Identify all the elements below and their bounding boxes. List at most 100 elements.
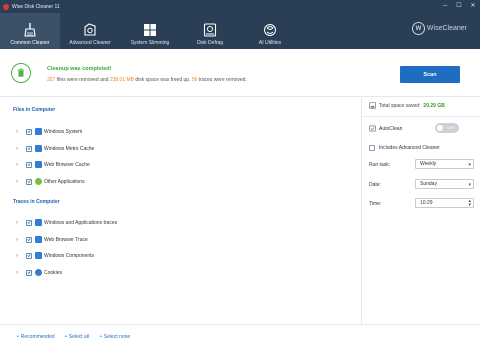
tab-disk-defrag[interactable]: Disk Defrag: [180, 13, 240, 49]
app-logo-icon: [3, 3, 9, 10]
scan-button[interactable]: Scan: [400, 66, 460, 83]
advanced-checkbox[interactable]: [369, 145, 375, 151]
space-amount: 238.01 MB: [109, 77, 135, 83]
chevron-right-icon[interactable]: ›: [16, 220, 23, 226]
main-toolbar: Common Cleaner Advanced Cleaner System S…: [0, 13, 480, 49]
minimize-button[interactable]: ─: [438, 0, 452, 11]
category-row[interactable]: › Web Browser Cache: [16, 160, 90, 169]
ai-utilities-icon: [264, 24, 276, 36]
advanced-cleaner-icon: [84, 23, 96, 36]
tab-label: Advanced Cleaner: [69, 40, 111, 46]
autoclean-label: AutoClean: [379, 125, 403, 132]
chevron-right-icon[interactable]: ›: [16, 237, 23, 243]
windows-icon: [144, 24, 156, 36]
autoclean-option: AutoClean: [369, 125, 402, 132]
category-row[interactable]: › Windows Metro Cache: [16, 144, 94, 153]
tab-common-cleaner[interactable]: Common Cleaner: [0, 13, 60, 49]
category-row[interactable]: › Other Applications: [16, 177, 85, 186]
maximize-button[interactable]: ☐: [452, 0, 466, 11]
other-applications-icon: [35, 178, 42, 185]
tab-label: AI Utilities: [258, 40, 282, 46]
wisecleaner-logo: W WiseCleaner: [411, 22, 467, 35]
category-row[interactable]: › Windows System: [16, 127, 82, 136]
autoclean-toggle[interactable]: OFF: [435, 123, 459, 133]
spinner-arrows-icon[interactable]: ▴ ▾: [468, 199, 471, 208]
date-label: Date:: [369, 182, 381, 188]
total-saved: Total space saved: 20.29 GB: [369, 102, 445, 109]
category-label: Windows System: [44, 128, 83, 135]
chevron-down-icon: ▾: [468, 162, 471, 168]
select-all-link[interactable]: Select all: [65, 334, 89, 340]
category-label: Windows Metro Cache: [44, 145, 95, 152]
recommended-link[interactable]: Recommended: [17, 334, 55, 340]
footer-bar: Recommended Select all Select none: [0, 324, 480, 346]
category-checkbox[interactable]: [26, 145, 32, 152]
result-title: Cleanup was completed!: [47, 66, 112, 72]
date-select[interactable]: Sunday ▾: [415, 179, 474, 189]
chevron-right-icon[interactable]: ›: [16, 146, 23, 152]
files-section-title: Files in Computer: [13, 107, 56, 113]
divider: [363, 116, 480, 117]
category-row[interactable]: › Windows Components: [16, 251, 94, 260]
web-browser-icon: [35, 161, 42, 168]
run-task-value: Weekly: [420, 161, 437, 167]
advanced-option[interactable]: Includes Advanced Cleaner: [369, 145, 440, 151]
chevron-right-icon[interactable]: ›: [16, 179, 23, 185]
category-checkbox[interactable]: [26, 252, 32, 259]
category-label: Windows and Applications traces: [44, 219, 118, 226]
saved-value: 20.29 GB: [423, 102, 445, 109]
files-text: files were removed and: [55, 77, 110, 83]
windows-metro-icon: [35, 145, 42, 152]
chevron-right-icon[interactable]: ›: [16, 270, 23, 276]
category-checkbox[interactable]: [26, 269, 32, 276]
time-label: Time:: [369, 201, 382, 207]
chevron-right-icon[interactable]: ›: [16, 253, 23, 259]
category-checkbox[interactable]: [26, 161, 32, 168]
space-text: disk space was freed up.: [134, 77, 192, 83]
window-title: Wise Disk Cleaner 11: [12, 3, 60, 10]
date-value: Sunday: [420, 181, 437, 187]
tab-label: System Slimming: [130, 40, 170, 46]
category-label: Web Browser Cache: [44, 161, 90, 168]
select-none-link[interactable]: Select none: [100, 334, 130, 340]
disk-defrag-icon: [203, 23, 217, 37]
autoclean-icon: [369, 125, 376, 132]
result-description: 327 files were removed and 238.01 MB dis…: [47, 77, 247, 83]
category-checkbox[interactable]: [26, 128, 32, 135]
brand-letter: W: [411, 22, 425, 35]
tab-ai-utilities[interactable]: AI Utilities: [240, 13, 300, 49]
tab-label: Disk Defrag: [196, 40, 224, 46]
category-checkbox[interactable]: [26, 219, 32, 226]
category-label: Cookies: [44, 269, 63, 276]
run-task-select[interactable]: Weekly ▾: [415, 159, 474, 169]
tab-system-slimming[interactable]: System Slimming: [120, 13, 180, 49]
chevron-right-icon[interactable]: ›: [16, 162, 23, 168]
category-row[interactable]: › Cookies: [16, 268, 62, 277]
category-row[interactable]: › Windows and Applications traces: [16, 218, 117, 227]
cookies-icon: [35, 269, 42, 276]
app-header: Wise Disk Cleaner 11 ─ ☐ ✕ Common Cleane…: [0, 0, 480, 49]
advanced-label: Includes Advanced Cleaner: [379, 145, 440, 151]
time-spinner[interactable]: 10:29 ▴ ▾: [415, 198, 474, 208]
window-controls: ─ ☐ ✕: [438, 0, 480, 11]
toggle-state: OFF: [447, 125, 455, 130]
close-button[interactable]: ✕: [466, 0, 480, 11]
web-browser-trace-icon: [35, 236, 42, 243]
category-checkbox[interactable]: [26, 236, 32, 243]
category-checkbox[interactable]: [26, 178, 32, 185]
title-bar: Wise Disk Cleaner 11: [0, 0, 480, 13]
category-row[interactable]: › Web Browser Trace: [16, 235, 88, 244]
chevron-right-icon[interactable]: ›: [16, 129, 23, 135]
time-value: 10:29: [420, 200, 433, 206]
windows-traces-icon: [35, 219, 42, 226]
category-label: Windows Components: [44, 252, 95, 259]
chevron-down-icon: ▾: [468, 182, 471, 188]
disk-icon: [369, 102, 376, 109]
brand-text: WiseCleaner: [426, 25, 467, 32]
tab-advanced-cleaner[interactable]: Advanced Cleaner: [60, 13, 120, 49]
schedule-panel: Total space saved: 20.29 GB AutoClean OF…: [363, 98, 480, 324]
traces-text: traces were removed.: [197, 77, 247, 83]
trash-bin-icon: [11, 63, 31, 83]
toggle-knob: [437, 125, 443, 131]
windows-system-icon: [35, 128, 42, 135]
